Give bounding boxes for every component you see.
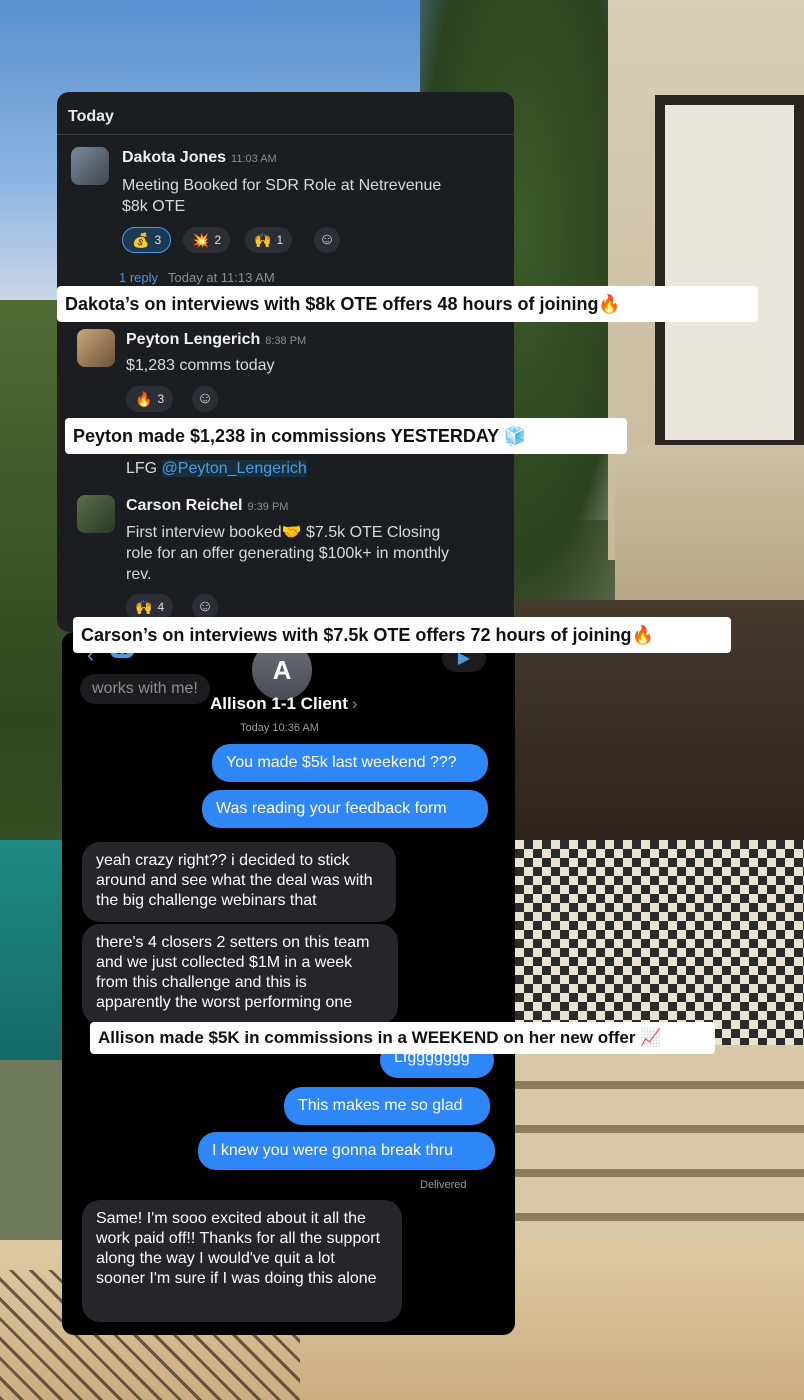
outgoing-bubble[interactable]: This makes me so glad xyxy=(284,1087,490,1125)
reaction-raised-hands[interactable]: 🙌 1 xyxy=(245,227,293,253)
stairs xyxy=(515,1045,804,1245)
add-reaction-icon[interactable]: ☺ xyxy=(314,227,340,253)
avatar-dakota[interactable] xyxy=(71,147,109,185)
avatar-peyton[interactable] xyxy=(77,329,115,367)
message-line: Meeting Booked for SDR Role at Netrevenu… xyxy=(122,177,442,194)
chevron-right-icon: › xyxy=(351,694,358,713)
user-mention[interactable]: @Peyton_Lengerich xyxy=(161,460,307,477)
reaction-fire[interactable]: 🔥 3 xyxy=(126,386,174,412)
incoming-bubble[interactable]: there's 4 closers 2 setters on this team… xyxy=(82,924,398,1024)
caption-dakota: Dakota’s on interviews with $8k OTE offe… xyxy=(57,286,758,322)
message-text: LFG xyxy=(126,460,162,477)
delivered-status: Delivered xyxy=(420,1179,467,1191)
reaction-collision[interactable]: 💥 2 xyxy=(183,227,231,253)
previous-message-fragment: works with me! xyxy=(80,674,210,704)
slack-screenshot: Today Dakota Jones 11:03 AM Meeting Booke… xyxy=(57,92,514,632)
message-time: 11:03 AM xyxy=(231,153,277,165)
message-line: role for an offer generating $100k+ in m… xyxy=(126,545,450,562)
building-window xyxy=(655,95,804,450)
message-line: $8k OTE xyxy=(122,198,186,215)
reaction-count: 3 xyxy=(154,233,162,247)
contact-name-text: Allison 1-1 Client xyxy=(210,694,348,713)
caption-peyton: Peyton made $1,238 in commissions YESTER… xyxy=(65,418,627,454)
sender-name-carson[interactable]: Carson Reichel 9:39 PM xyxy=(126,497,288,515)
incoming-bubble[interactable]: Same! I'm sooo excited about it all the … xyxy=(82,1200,402,1322)
day-label: Today xyxy=(68,108,114,125)
message-time: 8:38 PM xyxy=(265,335,307,347)
moneybag-icon: 💰 xyxy=(132,231,150,248)
reply-time: Today at 11:13 AM xyxy=(168,270,275,285)
message-time: 9:39 PM xyxy=(247,501,289,513)
raised-hands-icon: 🙌 xyxy=(254,231,272,248)
conversation-date: Today 10:36 AM xyxy=(240,722,319,734)
fire-icon: 🔥 xyxy=(135,390,153,407)
sender-name-peyton[interactable]: Peyton Lengerich 8:38 PM xyxy=(126,331,306,349)
contact-name[interactable]: Allison 1-1 Client › xyxy=(210,694,358,714)
outgoing-bubble[interactable]: You made $5k last weekend ??? xyxy=(212,744,488,782)
checkered-floor xyxy=(515,840,804,1050)
sender-name-text: Dakota Jones xyxy=(122,149,227,166)
outgoing-bubble[interactable]: Was reading your feedback form xyxy=(202,790,488,828)
message-line: $1,283 comms today xyxy=(126,357,275,374)
reaction-moneybag[interactable]: 💰 3 xyxy=(122,227,172,253)
message-line: First interview booked🤝 $7.5k OTE Closin… xyxy=(126,524,441,541)
add-reaction-icon[interactable]: ☺ xyxy=(192,386,218,412)
sender-name-text: Carson Reichel xyxy=(126,497,243,514)
raised-hands-icon: 🙌 xyxy=(135,598,153,615)
reaction-count: 1 xyxy=(276,233,284,247)
caption-allison: Allison made $5K in commissions in a WEE… xyxy=(90,1022,715,1054)
reaction-count: 4 xyxy=(157,600,165,614)
message-line: rev. xyxy=(126,566,152,583)
imessage-screenshot: ‹ 53 works with me! A ▶ Allison 1-1 Clie… xyxy=(62,632,515,1335)
sender-name-dakota[interactable]: Dakota Jones 11:03 AM xyxy=(122,149,277,167)
thread-reply-link[interactable]: 1 reply Today at 11:13 AM xyxy=(119,270,275,285)
collision-icon: 💥 xyxy=(192,231,210,248)
divider xyxy=(57,134,514,135)
balcony xyxy=(615,445,804,605)
sender-name-text: Peyton Lengerich xyxy=(126,331,261,348)
caption-carson: Carson’s on interviews with $7.5k OTE of… xyxy=(73,617,731,653)
message-text-peyton: $1,283 comms today xyxy=(126,355,275,376)
avatar-carson[interactable] xyxy=(77,495,115,533)
reaction-count: 2 xyxy=(214,233,222,247)
message-text-dakota: Meeting Booked for SDR Role at Netrevenu… xyxy=(122,175,441,217)
incoming-bubble[interactable]: yeah crazy right?? i decided to stick ar… xyxy=(82,842,396,922)
reaction-count: 3 xyxy=(157,392,165,406)
reply-count: 1 reply xyxy=(119,270,159,285)
outgoing-bubble[interactable]: I knew you were gonna break thru xyxy=(198,1132,495,1170)
message-text-lfg: LFG @Peyton_Lengerich xyxy=(126,458,307,479)
message-text-carson: First interview booked🤝 $7.5k OTE Closin… xyxy=(126,522,506,585)
